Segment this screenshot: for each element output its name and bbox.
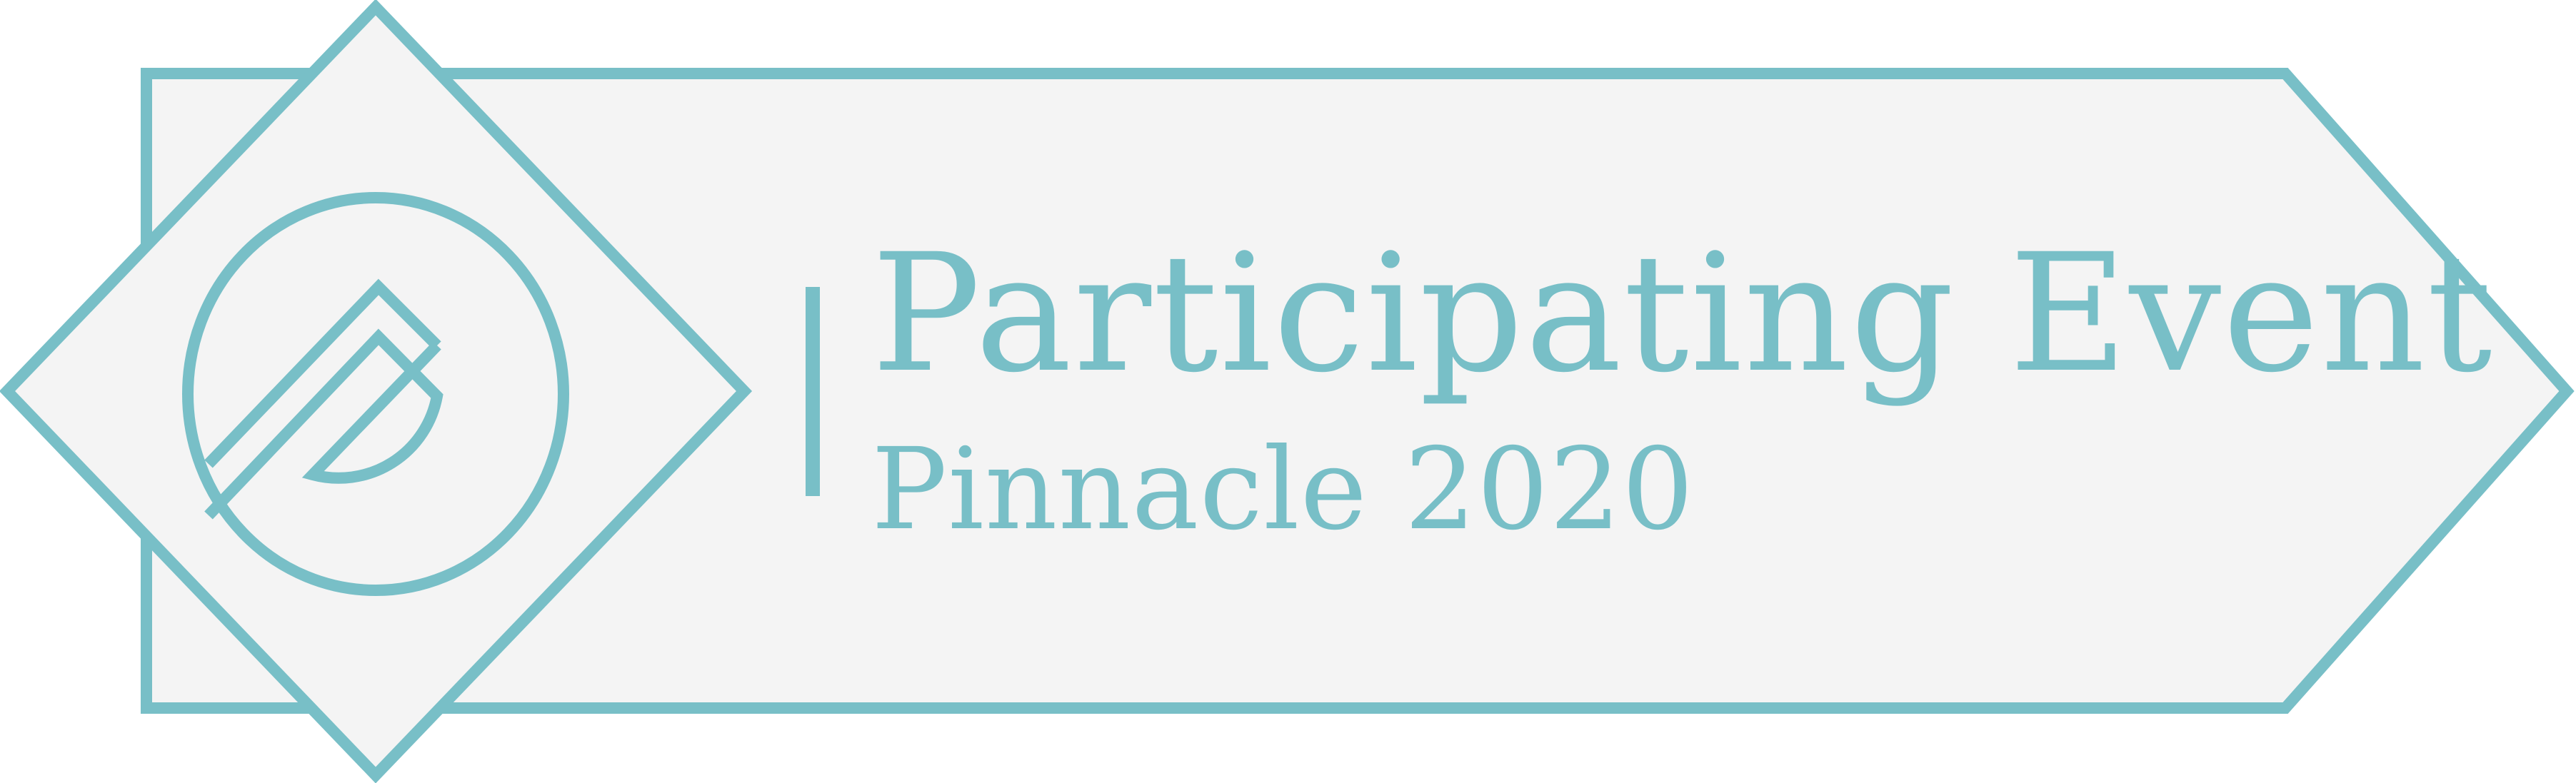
divider-line — [806, 287, 820, 496]
participating-event-badge: Participating Event Pinnacle 2020 — [0, 0, 2576, 783]
badge-subtitle: Pinnacle 2020 — [871, 424, 1695, 555]
badge-title: Participating Event — [871, 218, 2494, 408]
